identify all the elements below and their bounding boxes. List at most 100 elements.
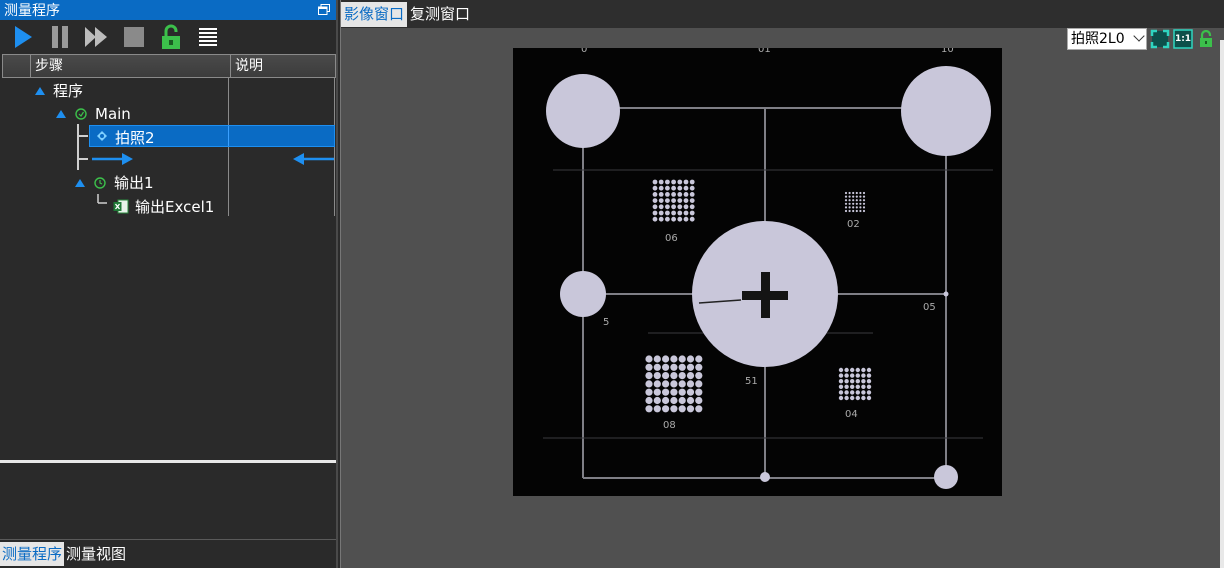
grid-dot: [859, 209, 862, 213]
label-top-right: 10: [941, 48, 954, 55]
camera-image[interactable]: 0 01 10 06 02 5 05 51 08 04: [513, 48, 1002, 496]
grid-dot: [855, 206, 858, 209]
grid-dot: [852, 209, 855, 213]
grid-dot: [662, 396, 670, 405]
grid-dot: [838, 379, 844, 384]
stop-button[interactable]: [115, 22, 152, 52]
grid-dot: [665, 210, 670, 216]
expand-triangle-icon[interactable]: [35, 86, 45, 95]
list-button[interactable]: [189, 22, 226, 52]
grid-dot: [662, 380, 670, 388]
grid-dot: [844, 195, 848, 198]
measurement-program-panel: 测量程序 步骤 说明 程序 Main 拍照2 输出1 输出Excel1 测量程序…: [0, 0, 338, 568]
grid-dot: [844, 367, 849, 373]
vertical-scrollbar[interactable]: [1220, 40, 1224, 568]
fast-forward-button[interactable]: [78, 22, 115, 52]
grid-dot: [671, 210, 676, 216]
tree-item-excel[interactable]: 输出Excel1: [0, 195, 336, 218]
restore-window-icon[interactable]: [318, 4, 330, 15]
grid-dot: [855, 395, 860, 401]
grid-dot: [848, 206, 851, 209]
grid-dot: [844, 202, 848, 205]
grid-dot: [866, 373, 872, 378]
grid-dot: [855, 373, 860, 378]
unlock-icon: [161, 24, 180, 49]
grid-dot: [652, 210, 658, 216]
grid-dot: [677, 204, 683, 210]
pause-button[interactable]: [41, 22, 78, 52]
grid-dot: [855, 384, 860, 389]
grid-dot: [653, 405, 661, 413]
grid-dot: [645, 363, 653, 371]
tree-item-output[interactable]: 输出1: [0, 171, 336, 194]
grid-dot: [850, 373, 855, 378]
grid-dot: [838, 367, 844, 373]
grid-dot: [866, 384, 872, 389]
grid-dot: [855, 191, 858, 195]
grid-dot: [677, 179, 683, 185]
view-lock-button[interactable]: [1196, 29, 1216, 49]
one-to-one-label: 1:1: [1174, 34, 1192, 44]
grid-dot: [844, 379, 849, 384]
grid-dot: [662, 372, 670, 380]
one-to-one-button[interactable]: 1:1: [1173, 29, 1193, 49]
grid-dot: [695, 363, 703, 371]
label-center-51: 51: [745, 376, 758, 387]
tree-item-photo-selected[interactable]: 拍照2: [89, 125, 335, 147]
grid-dot: [652, 179, 658, 185]
list-icon: [198, 28, 217, 46]
grid-dot: [671, 198, 676, 204]
grid-dot: [683, 204, 689, 210]
tree-label-excel: 输出Excel1: [135, 198, 215, 216]
grid-dot: [866, 395, 872, 401]
grid-dot: [689, 192, 695, 197]
fiducial-circle-top-right: [901, 66, 991, 156]
expand-triangle-icon[interactable]: [75, 178, 85, 187]
grid-dot: [658, 192, 664, 197]
column-step[interactable]: 步骤: [31, 55, 231, 77]
tree-item-program[interactable]: 程序: [0, 79, 336, 102]
tab-image-window[interactable]: 影像窗口: [341, 2, 408, 27]
pause-icon: [51, 26, 68, 48]
grid-dot: [861, 395, 866, 401]
grid-dot: [665, 179, 670, 185]
grid-dot: [862, 206, 866, 209]
grid-dot: [848, 191, 851, 195]
grid-dot: [652, 192, 658, 197]
grid-dot: [862, 209, 866, 213]
program-toolbar: [0, 20, 336, 54]
fiducial-circle-left: [560, 271, 606, 317]
tab-remeasure-window[interactable]: 复测窗口: [407, 2, 473, 27]
grid-dot: [683, 210, 689, 216]
grid-dot: [678, 372, 686, 380]
grid-dot: [670, 363, 678, 371]
label-grid-06: 06: [665, 233, 678, 244]
grid-dot: [844, 206, 848, 209]
grid-dot: [652, 216, 658, 222]
program-tree: 程序 Main 拍照2 输出1 输出Excel1: [0, 78, 336, 218]
grid-dot: [683, 179, 689, 185]
panel-title: 测量程序: [4, 3, 60, 19]
camera-select[interactable]: 拍照2L0: [1067, 28, 1147, 50]
insert-arrow-left-icon: [293, 153, 334, 165]
column-note[interactable]: 说明: [231, 55, 335, 77]
grid-dot: [670, 355, 678, 363]
tab-measurement-program[interactable]: 测量程序: [0, 542, 65, 566]
grid-dot: [665, 198, 670, 204]
grid-dot: [686, 372, 695, 380]
grid-dot: [689, 185, 695, 191]
run-button[interactable]: [4, 22, 41, 52]
grid-dot: [689, 198, 695, 204]
unlock-button[interactable]: [152, 22, 189, 52]
grid-dot: [662, 405, 670, 413]
grid-dot: [850, 384, 855, 389]
grid-dot: [686, 405, 695, 413]
play-icon: [14, 26, 32, 48]
tree-item-main[interactable]: Main: [0, 102, 336, 125]
grid-dot: [695, 372, 703, 380]
fit-view-button[interactable]: [1150, 29, 1170, 49]
grid-dot: [850, 395, 855, 401]
panel-splitter[interactable]: [0, 460, 336, 463]
tab-measurement-view[interactable]: 测量视图: [64, 542, 128, 566]
expand-triangle-icon[interactable]: [56, 109, 66, 118]
